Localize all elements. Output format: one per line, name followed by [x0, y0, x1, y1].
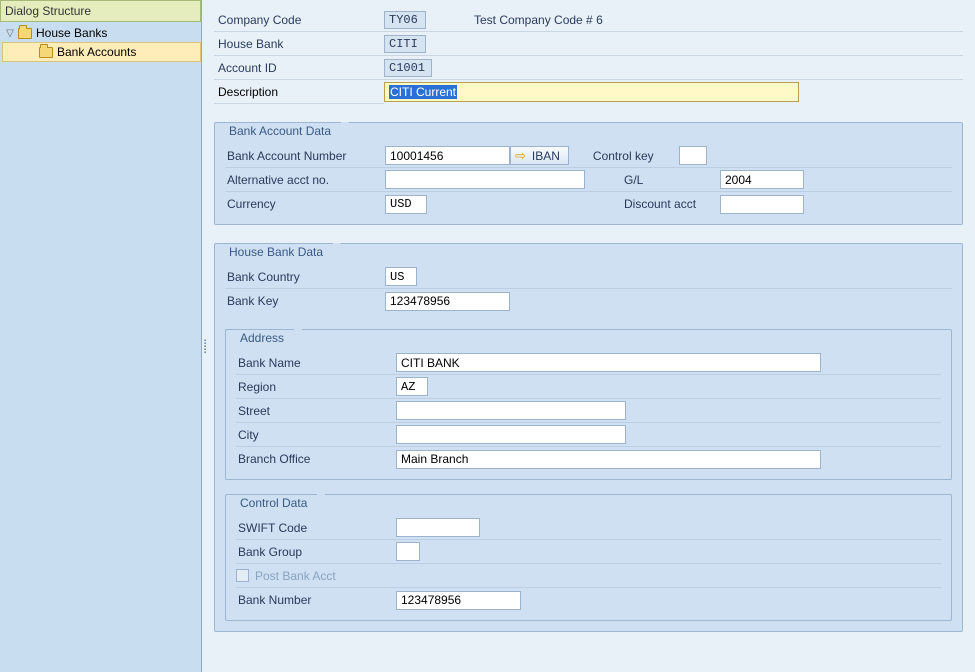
city-label: City	[236, 428, 396, 442]
bank-name-input[interactable]	[396, 353, 821, 372]
bank-key-input[interactable]	[385, 292, 510, 311]
tree-node-house-banks[interactable]: ▽ House Banks	[2, 24, 201, 42]
folder-icon	[39, 47, 53, 58]
alt-acct-no-input[interactable]	[385, 170, 585, 189]
splitter-handle-icon[interactable]: ▪▪▪▪▪	[204, 340, 207, 355]
company-code-label: Company Code	[214, 8, 384, 32]
branch-office-label: Branch Office	[236, 452, 396, 466]
group-legend: House Bank Data	[223, 243, 333, 261]
discount-acct-input[interactable]	[720, 195, 804, 214]
region-label: Region	[236, 380, 396, 394]
group-legend: Bank Account Data	[223, 122, 341, 140]
house-bank-value: CITI	[384, 35, 426, 53]
folder-icon	[18, 28, 32, 39]
branch-office-input[interactable]	[396, 450, 821, 469]
bank-name-label: Bank Name	[236, 356, 396, 370]
group-legend: Address	[234, 329, 294, 347]
city-input[interactable]	[396, 425, 626, 444]
company-code-value: TY06	[384, 11, 426, 29]
description-selection: CITI Current	[389, 85, 457, 99]
bank-country-input[interactable]	[385, 267, 417, 286]
dialog-structure-tree: Dialog Structure ▽ House Banks Bank Acco…	[0, 0, 202, 672]
bank-account-number-label: Bank Account Number	[225, 149, 385, 163]
house-bank-data-group: House Bank Data Bank Country Bank Key Ad…	[214, 243, 963, 632]
bank-account-number-input[interactable]	[385, 146, 510, 165]
bank-country-label: Bank Country	[225, 270, 385, 284]
bank-number-input[interactable]	[396, 591, 521, 610]
discount-acct-label: Discount acct	[610, 197, 720, 211]
control-key-input[interactable]	[679, 146, 707, 165]
arrow-right-icon: ⇨	[515, 148, 526, 164]
tree-node-label: House Banks	[36, 26, 107, 40]
account-id-label: Account ID	[214, 56, 384, 80]
tree-header: Dialog Structure	[0, 0, 201, 22]
bank-group-input[interactable]	[396, 542, 420, 561]
street-input[interactable]	[396, 401, 626, 420]
swift-code-input[interactable]	[396, 518, 480, 537]
tree-expand-icon[interactable]: ▽	[4, 28, 16, 39]
bank-number-label: Bank Number	[236, 593, 396, 607]
bank-key-label: Bank Key	[225, 294, 385, 308]
gl-input[interactable]	[720, 170, 804, 189]
bank-group-label: Bank Group	[236, 545, 396, 559]
street-label: Street	[236, 404, 396, 418]
tree-node-label: Bank Accounts	[57, 45, 136, 59]
control-key-label: Control key	[569, 149, 679, 163]
group-legend: Control Data	[234, 494, 317, 512]
company-code-desc: Test Company Code # 6	[444, 8, 963, 32]
post-bank-acct-checkbox: Post Bank Acct	[236, 569, 336, 583]
description-label: Description	[214, 80, 384, 104]
iban-button[interactable]: ⇨ IBAN	[510, 146, 569, 165]
region-input[interactable]	[396, 377, 428, 396]
house-bank-label: House Bank	[214, 32, 384, 56]
bank-account-data-group: Bank Account Data Bank Account Number ⇨ …	[214, 122, 963, 225]
control-data-group: Control Data SWIFT Code Bank Group Post …	[225, 494, 952, 621]
tree-node-bank-accounts[interactable]: Bank Accounts	[2, 42, 201, 62]
alt-acct-no-label: Alternative acct no.	[225, 173, 385, 187]
iban-button-label: IBAN	[532, 149, 560, 163]
gl-label: G/L	[610, 173, 720, 187]
currency-input[interactable]	[385, 195, 427, 214]
swift-code-label: SWIFT Code	[236, 521, 396, 535]
checkbox-icon	[236, 569, 249, 582]
account-id-value: C1001	[384, 59, 432, 77]
address-group: Address Bank Name Region Street	[225, 329, 952, 480]
post-bank-acct-label: Post Bank Acct	[255, 569, 336, 583]
main-content: ▪▪▪▪▪ Company Code TY06 Test Company Cod…	[202, 0, 975, 672]
currency-label: Currency	[225, 197, 385, 211]
